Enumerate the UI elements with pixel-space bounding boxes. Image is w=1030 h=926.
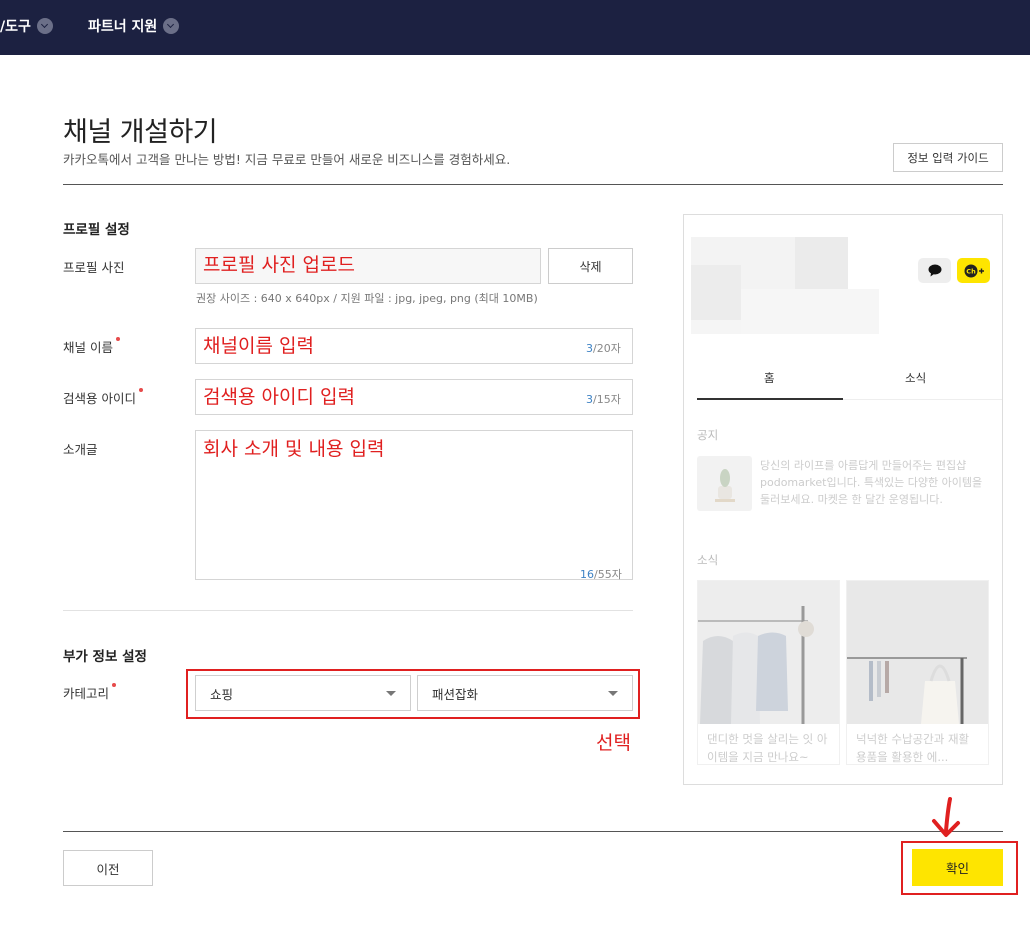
channel-name-max: /20자 bbox=[593, 342, 621, 355]
search-id-annotation: 검색용 아이디 입력 bbox=[203, 386, 355, 408]
profile-photo-label: 프로필 사진 bbox=[63, 260, 125, 275]
preview-notice-label: 공지 bbox=[697, 428, 719, 442]
channel-name-label: 채널 이름 bbox=[63, 337, 120, 356]
nav-item-tools-label: /도구 bbox=[0, 19, 31, 35]
required-dot bbox=[115, 337, 120, 341]
preview-news-card-image bbox=[847, 581, 988, 724]
preview-news-card-text: 넉넉한 수납공간과 재활용품을 활용한 에... bbox=[856, 732, 970, 764]
arrow-down-icon bbox=[932, 797, 960, 837]
preview-notice-text: 당신의 라이프를 아름답게 만들어주는 편집샵 podomarket입니다. 특… bbox=[760, 459, 983, 506]
preview-cover-image bbox=[691, 320, 741, 334]
chevron-down-icon bbox=[163, 18, 180, 34]
preview-tab-news: 소식 bbox=[905, 371, 927, 385]
preview-cover-image bbox=[691, 265, 741, 320]
svg-text:Ch: Ch bbox=[966, 267, 976, 275]
top-nav-bar: /도구 파트너 지원 bbox=[0, 0, 1030, 55]
category-annotation-box bbox=[186, 669, 640, 719]
divider bbox=[63, 184, 1003, 185]
intro-count: 16 bbox=[580, 568, 594, 581]
search-id-label: 검색용 아이디 bbox=[63, 388, 143, 407]
nav-item-partner-support[interactable]: 파트너 지원 bbox=[88, 14, 180, 38]
intro-annotation: 회사 소개 및 내용 입력 bbox=[203, 438, 385, 460]
delete-photo-button[interactable]: 삭제 bbox=[548, 248, 633, 284]
nav-item-tools[interactable]: /도구 bbox=[0, 14, 53, 38]
intro-max: /55자 bbox=[594, 568, 622, 581]
category-annotation: 선택 bbox=[596, 732, 631, 754]
preview-news-card: 넉넉한 수납공간과 재활용품을 활용한 에... bbox=[846, 580, 989, 765]
preview-news-card-image bbox=[698, 581, 839, 724]
preview-notice-thumbnail bbox=[697, 456, 752, 511]
nav-item-partner-support-label: 파트너 지원 bbox=[88, 19, 158, 35]
preview-tab-active-indicator bbox=[697, 398, 843, 400]
required-dot bbox=[138, 388, 143, 392]
profile-section-title: 프로필 설정 bbox=[63, 222, 130, 238]
channel-name-count: 3 bbox=[586, 342, 593, 355]
intro-label: 소개글 bbox=[63, 442, 98, 457]
confirm-annotation-box bbox=[901, 841, 1018, 895]
previous-button[interactable]: 이전 bbox=[63, 850, 153, 886]
page-subtitle: 카카오톡에서 고객을 만나는 방법! 지금 무료로 만들어 새로운 비즈니스를 … bbox=[63, 152, 511, 167]
channel-name-label-text: 채널 이름 bbox=[63, 340, 113, 355]
profile-photo-annotation: 프로필 사진 업로드 bbox=[203, 254, 355, 276]
preview-tab-home: 홈 bbox=[764, 371, 775, 385]
channel-add-icon: Ch bbox=[957, 258, 990, 283]
search-id-counter: 3/15자 bbox=[586, 391, 621, 407]
channel-name-annotation: 채널이름 입력 bbox=[203, 335, 314, 357]
info-guide-button[interactable]: 정보 입력 가이드 bbox=[893, 143, 1003, 172]
preview-news-card-text: 댄디한 멋을 살리는 잇 아이템을 지금 만나요~ bbox=[707, 732, 828, 764]
chevron-down-icon bbox=[36, 18, 53, 34]
divider bbox=[63, 831, 1003, 832]
search-id-label-text: 검색용 아이디 bbox=[63, 391, 136, 406]
page-title: 채널 개설하기 bbox=[63, 117, 218, 148]
category-label: 카테고리 bbox=[63, 683, 117, 702]
search-id-count: 3 bbox=[586, 393, 593, 406]
preview-cover-image bbox=[795, 237, 848, 289]
extra-section-title: 부가 정보 설정 bbox=[63, 649, 147, 665]
intro-counter: 16/55자 bbox=[580, 566, 622, 582]
preview-news-label: 소식 bbox=[697, 553, 719, 567]
search-id-max: /15자 bbox=[593, 393, 621, 406]
required-dot bbox=[112, 683, 117, 687]
chat-bubble-icon bbox=[918, 258, 951, 283]
profile-photo-hint: 권장 사이즈 : 640 x 640px / 지원 파일 : jpg, jpeg… bbox=[196, 292, 538, 305]
channel-preview-panel: Ch 홈 소식 공지 당신의 라이프를 아름답게 만들어주는 편집샵 podom… bbox=[683, 214, 1003, 785]
channel-name-counter: 3/20자 bbox=[586, 340, 621, 356]
preview-news-card: 댄디한 멋을 살리는 잇 아이템을 지금 만나요~ bbox=[697, 580, 840, 765]
preview-cover-image bbox=[741, 289, 879, 334]
category-label-text: 카테고리 bbox=[63, 686, 110, 701]
section-divider bbox=[63, 610, 633, 611]
